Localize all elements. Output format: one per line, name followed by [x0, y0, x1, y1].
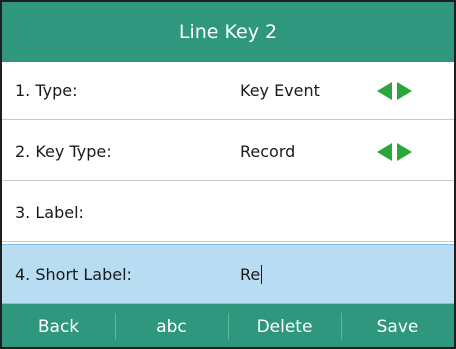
short-label-field-label: 4. Short Label:	[15, 264, 132, 284]
key-type-label: 2. Key Type:	[15, 142, 112, 161]
label-field-label: 3. Label:	[15, 203, 84, 222]
back-button[interactable]: Back	[2, 304, 115, 347]
save-button[interactable]: Save	[341, 304, 454, 347]
phone-screen: Line Key 2 1. Type: Key Event 2. Key Typ…	[0, 0, 456, 349]
type-value: Key Event	[240, 81, 320, 100]
delete-button[interactable]: Delete	[228, 304, 341, 347]
label-row[interactable]: 3. Label:	[2, 184, 454, 242]
type-switcher[interactable]	[377, 62, 412, 119]
left-arrow-icon[interactable]	[377, 142, 392, 161]
short-label-row[interactable]: 4. Short Label: Re	[2, 244, 454, 304]
short-label-value: Re	[240, 264, 261, 284]
key-type-value: Record	[240, 142, 296, 161]
short-label-input[interactable]: Re	[240, 245, 263, 303]
type-row[interactable]: 1. Type: Key Event	[2, 62, 454, 120]
input-mode-button[interactable]: abc	[115, 304, 228, 347]
left-arrow-icon[interactable]	[377, 81, 392, 100]
text-cursor	[261, 264, 263, 284]
right-arrow-icon[interactable]	[397, 142, 412, 161]
right-arrow-icon[interactable]	[397, 81, 412, 100]
key-type-row[interactable]: 2. Key Type: Record	[2, 123, 454, 181]
title-bar: Line Key 2	[2, 2, 454, 62]
softkey-bar: Back abc Delete Save	[2, 304, 454, 347]
key-type-switcher[interactable]	[377, 123, 412, 180]
type-label: 1. Type:	[15, 81, 78, 100]
page-title: Line Key 2	[178, 21, 278, 43]
